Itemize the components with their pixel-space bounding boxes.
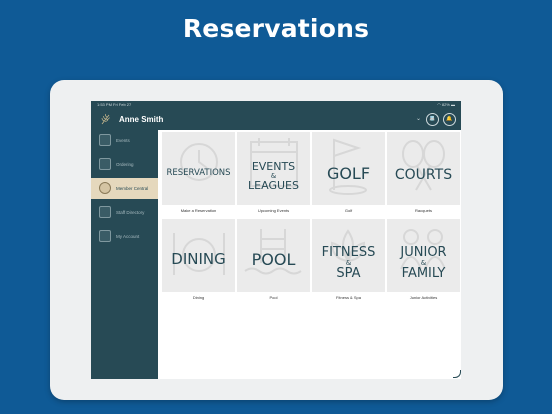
tile-title-line2: SPA <box>336 265 361 281</box>
sidebar-item-staff-directory[interactable]: Staff Directory <box>91 202 158 223</box>
tile-caption: Pool <box>237 292 310 304</box>
tile-title: RESERVATIONS <box>166 168 231 178</box>
member-card-icon: 📇 <box>429 116 436 122</box>
status-date: Fri Feb 27 <box>113 102 132 107</box>
account-icon <box>99 230 111 242</box>
sidebar-item-member-central[interactable]: Member Central <box>91 178 158 199</box>
tile-fitness-spa[interactable]: FITNESS & SPA Fitness & Spa <box>312 219 385 304</box>
staff-directory-icon <box>99 206 111 218</box>
app-header: Anne Smith ⌄ 📇 🔔 <box>91 109 461 130</box>
app-screen: 1:53 PM Fri Feb 27 ◠ 82% ▬ Anne Smith ⌄ … <box>91 101 461 379</box>
sidebar-item-events[interactable]: Events <box>91 130 158 151</box>
status-time: 1:53 PM <box>97 102 112 107</box>
page-headline: Reservations <box>182 14 370 43</box>
sidebar-item-label: Member Central <box>116 186 149 191</box>
sidebar-item-label: Events <box>116 138 130 143</box>
tile-title: COURTS <box>394 167 453 183</box>
club-logo-icon <box>101 113 110 125</box>
tile-caption: Upcoming Events <box>237 205 310 217</box>
sidebar: Events Ordering Member Central Staff Dir… <box>91 130 158 379</box>
tile-golf[interactable]: GOLF Golf <box>312 132 385 217</box>
tile-title: DINING <box>171 250 226 268</box>
tile-reservations[interactable]: RESERVATIONS Make a Reservation <box>162 132 235 217</box>
tile-title-line2: LEAGUES <box>248 178 299 192</box>
tile-title-line1: JUNIOR <box>400 245 447 260</box>
tile-title-line2: FAMILY <box>401 265 446 281</box>
chevron-down-icon[interactable]: ⌄ <box>416 114 421 124</box>
tile-events-leagues[interactable]: EVENTS & LEAGUES Upcoming Events <box>237 132 310 217</box>
chef-icon <box>99 158 111 170</box>
battery-icon: ▬ <box>451 102 455 107</box>
tile-courts[interactable]: COURTS Racquets <box>387 132 460 217</box>
user-name[interactable]: Anne Smith <box>119 113 163 126</box>
tile-caption: Junior Activities <box>387 292 460 304</box>
tile-caption: Racquets <box>387 205 460 217</box>
tile-dining[interactable]: DINING Dining <box>162 219 235 304</box>
member-card-button[interactable]: 📇 <box>426 113 439 126</box>
tile-title: FITNESS & SPA <box>312 246 385 280</box>
tile-caption: Dining <box>162 292 235 304</box>
notifications-button[interactable]: 🔔 <box>443 113 456 126</box>
calendar-icon <box>99 134 111 146</box>
sidebar-item-my-account[interactable]: My Account <box>91 226 158 247</box>
sidebar-item-label: My Account <box>116 234 140 239</box>
tile-title: EVENTS & LEAGUES <box>237 161 310 191</box>
tile-caption: Fitness & Spa <box>312 292 385 304</box>
bell-icon: 🔔 <box>446 116 453 122</box>
tile-caption: Make a Reservation <box>162 205 235 217</box>
tile-junior-family[interactable]: JUNIOR & FAMILY Junior Activities <box>387 219 460 304</box>
wifi-icon: ◠ <box>437 102 441 107</box>
tile-pool[interactable]: POOL Pool <box>237 219 310 304</box>
battery-level: 82% <box>441 102 450 107</box>
tile-title: POOL <box>251 250 296 269</box>
tile-caption: Golf <box>312 205 385 217</box>
tile-title: GOLF <box>326 164 371 183</box>
sidebar-item-ordering[interactable]: Ordering <box>91 154 158 175</box>
status-bar: 1:53 PM Fri Feb 27 ◠ 82% ▬ <box>91 101 461 109</box>
sidebar-item-label: Ordering <box>116 162 134 167</box>
club-crest-icon <box>99 182 111 194</box>
tile-title-line1: FITNESS <box>321 245 376 260</box>
sidebar-item-label: Staff Directory <box>116 210 145 215</box>
tile-title: JUNIOR & FAMILY <box>387 246 460 280</box>
battery-indicator: ◠ 82% ▬ <box>437 101 455 109</box>
